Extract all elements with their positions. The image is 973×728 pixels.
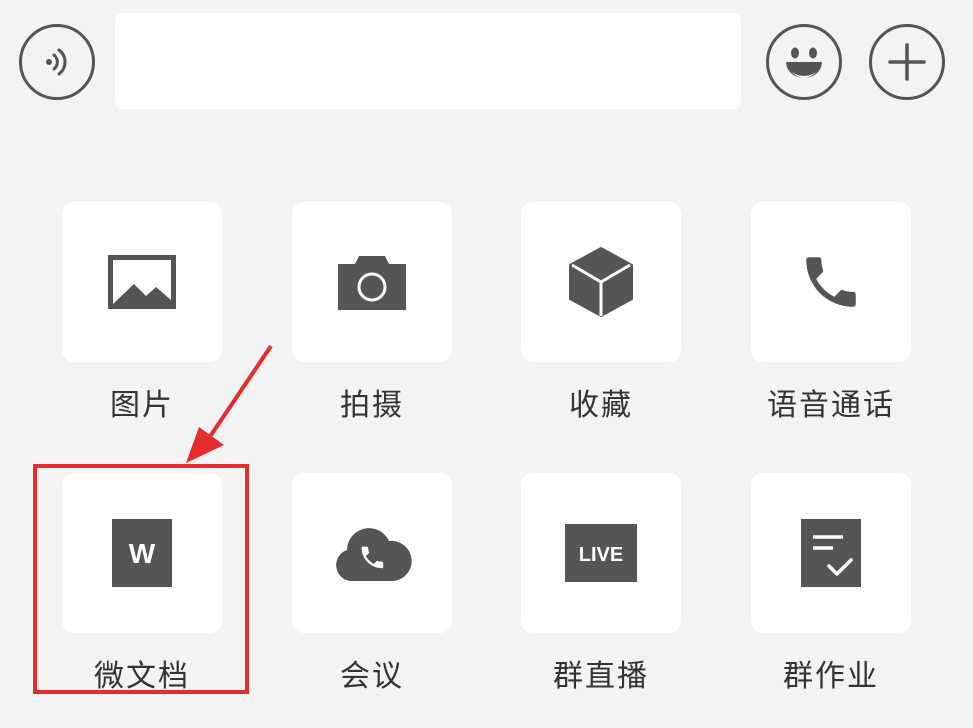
image-tile[interactable]	[62, 202, 222, 362]
voice-call-tile[interactable]	[751, 202, 911, 362]
image-label: 图片	[110, 388, 174, 423]
group-homework-label: 群作业	[783, 659, 879, 694]
live-text: LIVE	[579, 544, 623, 566]
message-input[interactable]	[115, 13, 741, 109]
live-icon: LIVE	[565, 524, 637, 582]
homework-icon	[801, 519, 861, 587]
voice-call-label: 语音通话	[767, 388, 895, 423]
cube-icon	[569, 247, 633, 317]
camera-icon	[338, 256, 406, 310]
phone-icon	[806, 257, 856, 307]
meeting-tile[interactable]	[292, 473, 452, 633]
favorites-tile[interactable]	[521, 202, 681, 362]
camera-label: 拍摄	[340, 388, 404, 423]
group-live-tile[interactable]: LIVE	[521, 473, 681, 633]
camera-tile[interactable]	[292, 202, 452, 362]
image-icon	[108, 255, 176, 309]
plus-icon	[888, 43, 926, 81]
emoji-button[interactable]	[766, 24, 842, 100]
favorites-label: 收藏	[569, 388, 633, 423]
doc-letter: W	[129, 538, 156, 569]
cloud-phone-icon	[336, 528, 412, 581]
voice-icon	[46, 48, 67, 76]
meeting-label: 会议	[340, 659, 404, 694]
document-w-icon: W	[112, 519, 172, 587]
micro-doc-tile[interactable]: W	[62, 473, 222, 633]
add-button[interactable]	[869, 24, 945, 100]
group-homework-tile[interactable]	[751, 473, 911, 633]
group-live-label: 群直播	[553, 659, 649, 694]
voice-button[interactable]	[19, 24, 95, 100]
micro-doc-label: 微文档	[94, 659, 190, 694]
emoji-icon	[786, 47, 822, 78]
